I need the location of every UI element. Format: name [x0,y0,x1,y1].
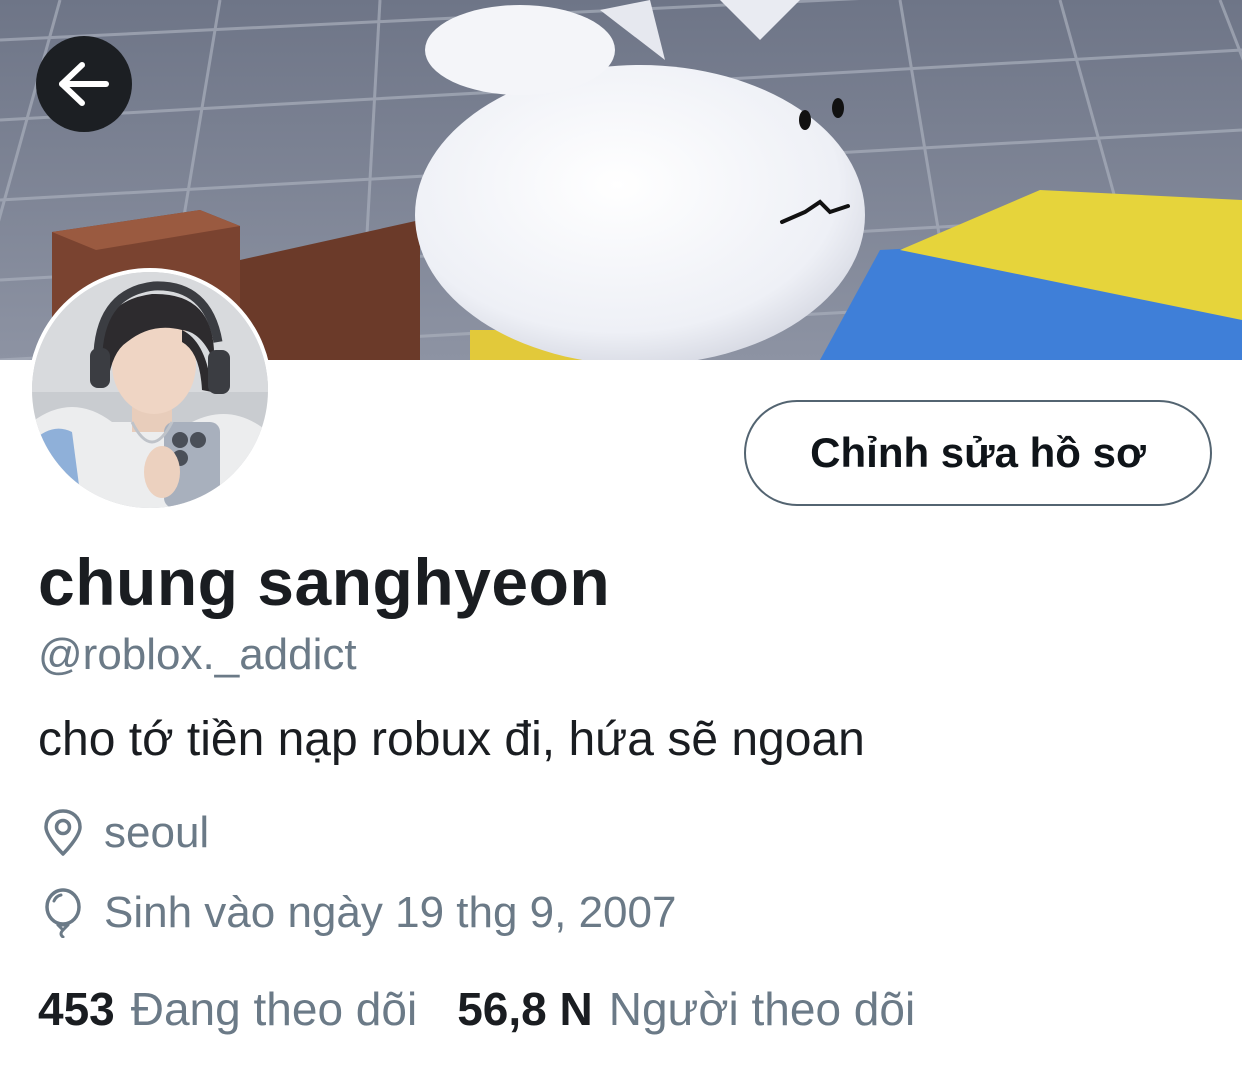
followers-link[interactable]: 56,8 N Người theo dõi [457,982,915,1036]
location-text: seoul [104,808,210,857]
display-name: chung sanghyeon [38,545,611,619]
edit-profile-button[interactable]: Chỉnh sửa hồ sơ [744,400,1212,506]
profile-bio: cho tớ tiền nạp robux đi, hứa sẽ ngoan [38,713,865,766]
balloon-icon [40,888,86,938]
location-row: seoul [40,808,209,858]
following-count: 453 [38,983,115,1035]
username-handle: @roblox._addict [38,630,357,679]
followers-label: Người theo dõi [608,983,916,1035]
avatar[interactable] [28,268,272,512]
followers-count: 56,8 N [457,983,593,1035]
following-link[interactable]: 453 Đang theo dõi [38,982,417,1036]
location-pin-icon [40,808,86,858]
following-label: Đang theo dõi [130,983,418,1035]
birthday-text: Sinh vào ngày 19 thg 9, 2007 [104,888,677,937]
arrow-left-icon [59,62,109,106]
follow-stats: 453 Đang theo dõi 56,8 N Người theo dõi [38,982,955,1036]
back-button[interactable] [36,36,132,132]
avatar-image [32,272,268,508]
birthday-row: Sinh vào ngày 19 thg 9, 2007 [40,888,676,938]
